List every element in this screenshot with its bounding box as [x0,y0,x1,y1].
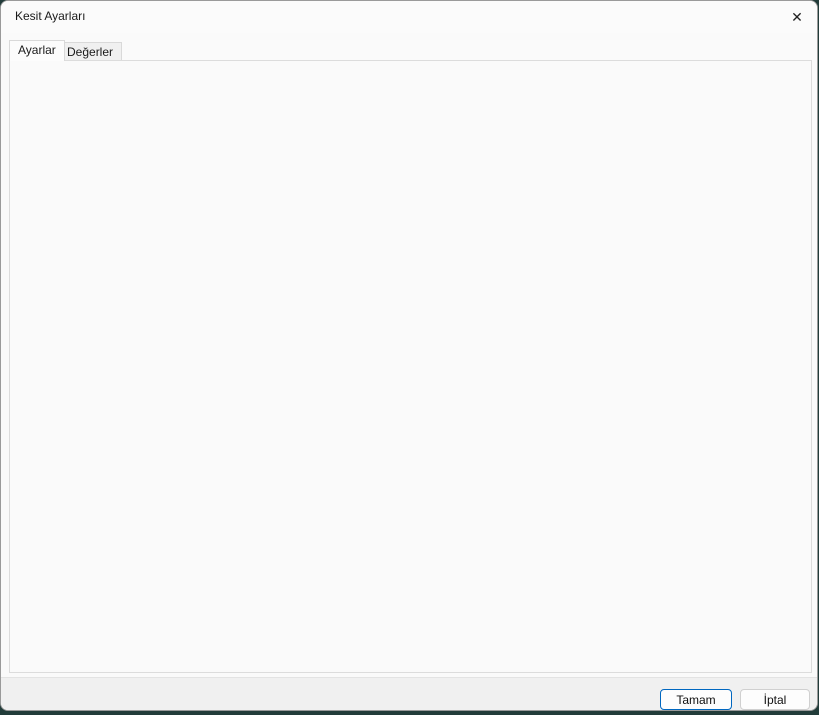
close-icon[interactable]: ✕ [785,5,809,29]
window-title: Kesit Ayarları [15,9,85,23]
tab-degerler[interactable]: Değerler [58,42,122,61]
ok-button[interactable]: Tamam [660,689,732,710]
tab-ayarlar[interactable]: Ayarlar [9,40,65,61]
dialog-kesit-ayarlari: Kesit Ayarları ✕ Ayarlar Değerler Kesit … [0,0,818,711]
tab-page [9,60,812,673]
cancel-button[interactable]: İptal [740,689,810,710]
title-bar: Kesit Ayarları ✕ [1,1,817,33]
footer-bar: Tamam İptal [1,677,817,711]
